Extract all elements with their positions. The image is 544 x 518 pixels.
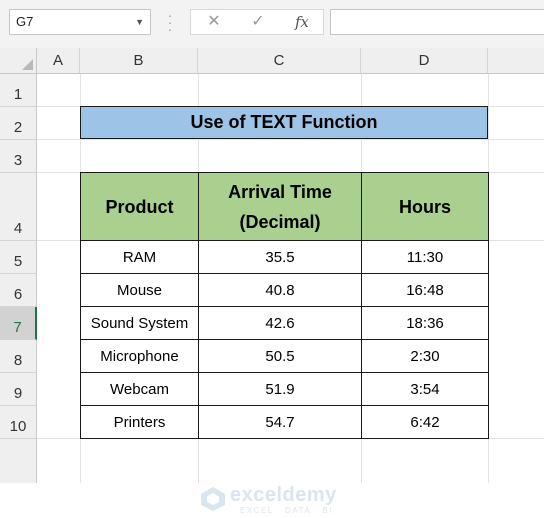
cell-arrival[interactable]: 42.6 xyxy=(198,306,362,340)
insert-function-icon[interactable]: fx xyxy=(287,10,317,34)
table-header-row: Product Arrival Time (Decimal) Hours xyxy=(80,172,489,241)
data-table: Product Arrival Time (Decimal) Hours RAM… xyxy=(80,172,489,439)
exceldemy-watermark: exceldemy EXCEL · DATA · BI xyxy=(200,484,350,518)
header-hours[interactable]: Hours xyxy=(361,172,489,241)
row-header-9[interactable]: 9 xyxy=(0,373,37,406)
header-arrival-line2: (Decimal) xyxy=(239,211,321,232)
column-header-e[interactable] xyxy=(488,48,544,74)
watermark-tagline: EXCEL · DATA · BI xyxy=(240,506,333,515)
table-row: RAM 35.5 11:30 xyxy=(80,240,489,274)
table-row: Webcam 51.9 3:54 xyxy=(80,372,489,406)
cell-hours[interactable]: 11:30 xyxy=(361,240,489,274)
cell-hours[interactable]: 18:36 xyxy=(361,306,489,340)
formula-buttons: ✕ ✓ fx xyxy=(190,9,324,35)
cell-arrival[interactable]: 50.5 xyxy=(198,339,362,373)
cell-arrival[interactable]: 54.7 xyxy=(198,405,362,439)
cell-product[interactable]: Microphone xyxy=(80,339,199,373)
cell-arrival[interactable]: 51.9 xyxy=(198,372,362,406)
cell-product[interactable]: Mouse xyxy=(80,273,199,307)
cell-arrival[interactable]: 35.5 xyxy=(198,240,362,274)
cell-product[interactable]: Printers xyxy=(80,405,199,439)
cell-product[interactable]: Sound System xyxy=(80,306,199,340)
cell-product[interactable]: RAM xyxy=(80,240,199,274)
spreadsheet-grid[interactable]: A B C D 1 2 3 4 5 6 7 8 9 10 Use of TEXT… xyxy=(0,48,544,515)
row-header-4[interactable]: 4 xyxy=(0,173,37,241)
table-row: Printers 54.7 6:42 xyxy=(80,405,489,439)
cell-hours[interactable]: 3:54 xyxy=(361,372,489,406)
cell-hours[interactable]: 16:48 xyxy=(361,273,489,307)
row-header-10[interactable]: 10 xyxy=(0,406,37,439)
cell-hours[interactable]: 6:42 xyxy=(361,405,489,439)
drag-handle-icon[interactable]: · · · xyxy=(167,8,173,36)
row-header-2[interactable]: 2 xyxy=(0,107,37,140)
watermark-name: exceldemy xyxy=(230,484,337,506)
table-row: Mouse 40.8 16:48 xyxy=(80,273,489,307)
cancel-icon[interactable]: ✕ xyxy=(199,10,229,34)
table-row: Microphone 50.5 2:30 xyxy=(80,339,489,373)
row-header-7[interactable]: 7 xyxy=(0,307,37,340)
formula-input[interactable] xyxy=(330,9,544,35)
name-box-value: G7 xyxy=(16,14,34,29)
cell-product[interactable]: Webcam xyxy=(80,372,199,406)
row-header-8[interactable]: 8 xyxy=(0,340,37,373)
table-row: Sound System 42.6 18:36 xyxy=(80,306,489,340)
name-box[interactable]: G7 ▼ xyxy=(9,9,151,35)
column-header-c[interactable]: C xyxy=(198,48,361,74)
check-icon[interactable]: ✓ xyxy=(243,10,273,34)
row-header-1[interactable]: 1 xyxy=(0,74,37,107)
select-all-button[interactable] xyxy=(0,48,37,74)
row-header-11[interactable] xyxy=(0,439,37,483)
chevron-down-icon[interactable]: ▼ xyxy=(135,10,144,34)
header-arrival-time[interactable]: Arrival Time (Decimal) xyxy=(198,172,362,241)
formula-bar: G7 ▼ · · · ✕ ✓ fx xyxy=(0,0,544,48)
column-header-b[interactable]: B xyxy=(80,48,198,74)
cell-hours[interactable]: 2:30 xyxy=(361,339,489,373)
gridline xyxy=(37,139,544,140)
row-header-5[interactable]: 5 xyxy=(0,241,37,274)
cell-arrival[interactable]: 40.8 xyxy=(198,273,362,307)
sheet-title[interactable]: Use of TEXT Function xyxy=(80,106,488,139)
row-header-6[interactable]: 6 xyxy=(0,274,37,307)
column-header-d[interactable]: D xyxy=(361,48,488,74)
exceldemy-logo-icon xyxy=(201,487,225,511)
header-product[interactable]: Product xyxy=(80,172,199,241)
row-header-3[interactable]: 3 xyxy=(0,140,37,173)
column-header-a[interactable]: A xyxy=(37,48,80,74)
header-arrival-line1: Arrival Time xyxy=(228,181,332,202)
